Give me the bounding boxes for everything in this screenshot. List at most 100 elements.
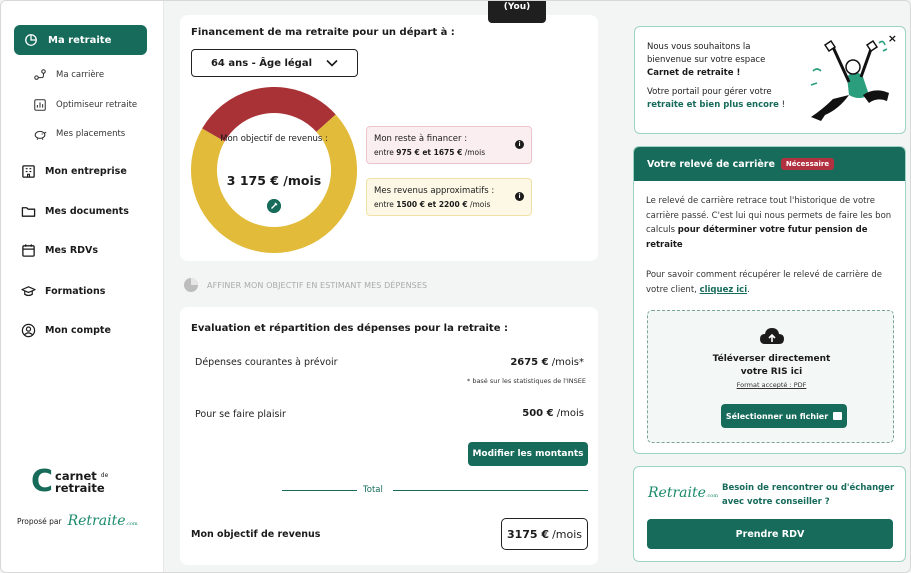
depenses-courantes-unit: /mois*: [551, 357, 584, 368]
brand-line2: retraite: [55, 481, 105, 495]
sidebar-item-label: Mon compte: [45, 325, 111, 336]
chevron-down-icon: [326, 59, 338, 67]
upload-title-1: Téléverser directement: [712, 354, 831, 364]
sidebar-item-mon-compte[interactable]: Mon compte: [21, 323, 111, 338]
sidebar-item-label: Ma carrière: [56, 70, 105, 80]
objectif-unit: /mois: [552, 527, 583, 541]
format-accepte: Format accepté : PDF: [736, 381, 807, 389]
cliquez-ici-link[interactable]: cliquez ici: [700, 285, 748, 295]
reste-range: 975 € et 1675 €: [396, 148, 463, 157]
rdv-logo-text: Retraite: [648, 485, 706, 501]
total-divider-left: [282, 490, 357, 491]
departure-age-select[interactable]: 64 ans - Âge légal: [191, 49, 358, 77]
affiner-label: AFFINER MON OBJECTIF EN ESTIMANT MES DÉP…: [207, 280, 428, 290]
sidebar: Ma retraite Ma carrière Optimiseur retra…: [1, 1, 164, 572]
welcome-line4-end: !: [778, 100, 786, 110]
financing-title: Financement de ma retraite pour un dépar…: [191, 27, 455, 38]
brand-de: de: [100, 472, 109, 479]
carnet-de-retraite-logo: C carnet de retraite: [31, 467, 108, 497]
plaisir-unit: /mois: [556, 408, 584, 419]
sidebar-item-label: Mes documents: [45, 206, 129, 217]
sidebar-item-mes-documents[interactable]: Mes documents: [21, 204, 129, 219]
retraite-com-logo: Retraite.com: [648, 485, 718, 501]
sidebar-item-label: Formations: [45, 286, 106, 297]
retraite-com-logo: Retraite.com: [68, 513, 138, 529]
releve-desc-b: pour déterminer votre futur pension de r…: [646, 225, 868, 250]
welcome-line2: Carnet de retraite !: [647, 68, 741, 78]
sidebar-item-mon-entreprise[interactable]: Mon entreprise: [21, 164, 127, 179]
reste-prefix: entre: [374, 148, 394, 157]
revenus-prefix: entre: [374, 200, 394, 209]
celebrating-person-illustration: [810, 39, 889, 121]
sidebar-item-label: Mes placements: [56, 129, 126, 139]
affiner-objectif-link[interactable]: AFFINER MON OBJECTIF EN ESTIMANT MES DÉP…: [183, 277, 427, 293]
depenses-courantes-value: 2675 € /mois*: [510, 357, 584, 368]
select-file-label: Sélectionner un fichier: [725, 411, 829, 421]
sidebar-item-ma-retraite[interactable]: Ma retraite: [14, 25, 147, 55]
sidebar-item-label: Mes RDVs: [45, 245, 99, 256]
calendar-icon: [22, 244, 35, 257]
sidebar-item-formations[interactable]: Formations: [21, 284, 105, 299]
edit-pencil-icon[interactable]: [267, 199, 281, 213]
objectif-revenus-label: Mon objectif de revenus: [191, 529, 321, 540]
rdv-logo-suffix: .com: [705, 493, 719, 499]
departure-age-value: 64 ans - Âge légal: [210, 57, 313, 69]
releve-howto-end: .: [747, 284, 750, 295]
rdv-prompt: Besoin de rencontrer ou d'échanger avec …: [722, 483, 895, 507]
objectif-revenus-value: 3175 €/mois: [501, 518, 588, 550]
reste-a-financer-box: Mon reste à financer : entre 975 € et 16…: [366, 126, 532, 164]
info-icon[interactable]: i: [515, 192, 524, 201]
sidebar-item-mes-placements[interactable]: Mes placements: [33, 127, 125, 141]
necessaire-badge: Nécessaire: [780, 158, 835, 170]
welcome-card: Nous vous souhaitons la bienvenue sur vo…: [634, 26, 906, 134]
total-label: Total: [363, 485, 383, 495]
reste-unit: /mois: [464, 148, 486, 157]
depenses-courantes-amount: 2675 €: [510, 357, 549, 368]
info-icon[interactable]: i: [515, 140, 524, 149]
donut-value: 3 175 € /mois: [226, 173, 322, 188]
plaisir-label: Pour se faire plaisir: [195, 409, 286, 420]
sidebar-item-label: Optimiseur retraite: [56, 100, 138, 110]
objectif-amount: 3175 €: [506, 527, 550, 541]
bar-chart-icon: [34, 99, 46, 111]
sidebar-item-ma-carriere[interactable]: Ma carrière: [33, 68, 104, 82]
partner-logo-text: Retraite: [67, 513, 126, 529]
proposed-by: Proposé par Retraite.com: [17, 513, 138, 529]
reste-title: Mon reste à financer :: [374, 134, 468, 144]
insee-footnote: * basé sur les statistiques de l'INSEE: [467, 377, 586, 385]
sidebar-item-label: Mon entreprise: [45, 166, 127, 177]
plaisir-value: 500 € /mois: [522, 408, 584, 419]
releve-header: Votre relevé de carrière Nécessaire: [634, 147, 905, 181]
depenses-courantes-label: Dépenses courantes à prévoir: [195, 357, 338, 368]
welcome-line3: Votre portail pour gérer votre: [647, 87, 772, 97]
cloud-upload-icon: [760, 328, 784, 344]
sidebar-item-optimiseur-retraite[interactable]: Optimiseur retraite: [33, 98, 137, 112]
sidebar-item-label: Ma retraite: [48, 34, 112, 46]
pie-chart-icon: [184, 278, 198, 292]
graduation-cap-icon: [21, 286, 36, 297]
releve-howto: Pour savoir comment récupérer le relevé …: [646, 268, 896, 297]
prendre-rdv-button[interactable]: Prendre RDV: [647, 519, 893, 549]
releve-howto-text: Pour savoir comment récupérer le relevé …: [646, 270, 882, 295]
folder-icon: [21, 207, 36, 217]
releve-title: Votre relevé de carrière: [647, 158, 775, 170]
rdv-card: Retraite.com Besoin de rencontrer ou d'é…: [633, 466, 906, 562]
app-window: Ma retraite Ma carrière Optimiseur retra…: [0, 0, 911, 573]
ris-upload-dropzone[interactable]: Téléverser directement votre RIS ici Form…: [647, 310, 894, 443]
modifier-montants-button[interactable]: Modifier les montants: [468, 442, 588, 466]
proposed-by-label: Proposé par: [17, 516, 62, 526]
sidebar-item-mes-rdvs[interactable]: Mes RDVs: [21, 243, 98, 258]
releve-description: Le relevé de carrière retrace tout l'his…: [646, 194, 896, 252]
pie-chart-icon: [25, 34, 37, 46]
upload-title: Téléverser directement votre RIS ici: [648, 353, 895, 379]
donut-label: Mon objectif de revenus :: [220, 134, 328, 144]
select-file-button[interactable]: Sélectionner un fichier: [721, 404, 847, 428]
you-badge: (You): [488, 1, 546, 23]
releve-carriere-card: Votre relevé de carrière Nécessaire Le r…: [633, 146, 906, 454]
plaisir-amount: 500 €: [522, 408, 554, 419]
upload-title-2: votre RIS ici: [740, 367, 803, 377]
career-path-icon: [34, 69, 46, 80]
revenus-title: Mes revenus approximatifs :: [374, 186, 495, 196]
welcome-line4: retraite et bien plus encore: [647, 100, 779, 110]
piggy-bank-icon: [34, 130, 47, 140]
